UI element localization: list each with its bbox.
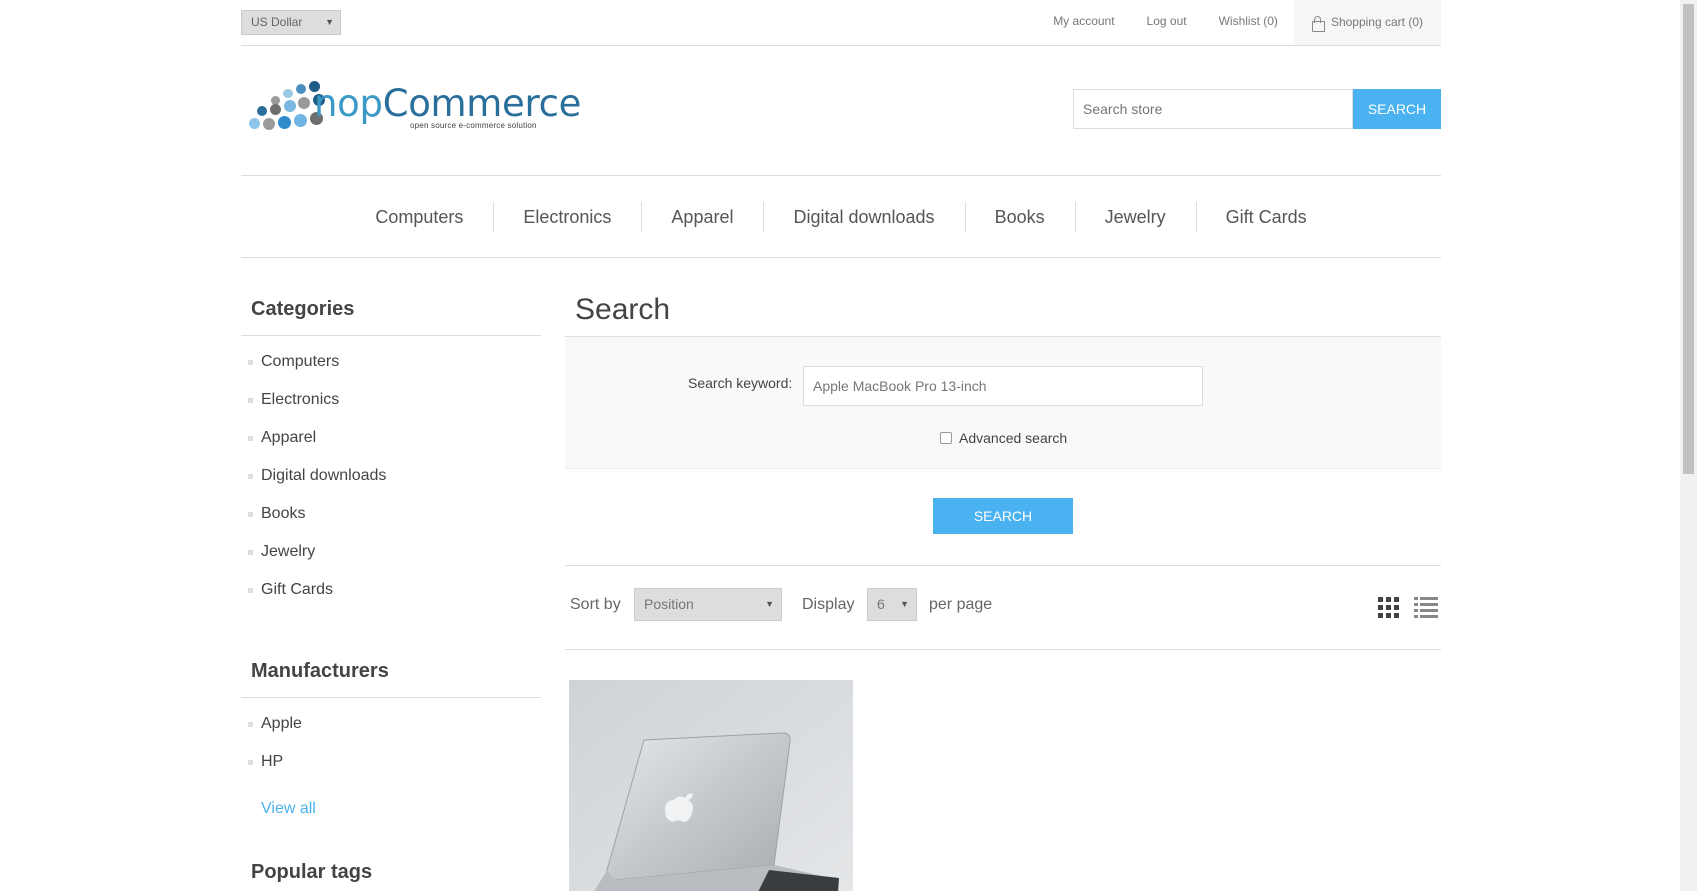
vertical-scrollbar[interactable] <box>1680 0 1697 891</box>
shopping-cart-link[interactable]: Shopping cart (0) <box>1293 0 1441 45</box>
top-menu: Computers Electronics Apparel Digital do… <box>241 175 1441 258</box>
logo-tagline: open source e-commerce solution <box>410 121 537 130</box>
page-size-value: 6 <box>877 596 885 612</box>
category-item-computers[interactable]: Computers <box>241 352 541 390</box>
grid-view-icon[interactable] <box>1378 597 1399 618</box>
top-menu-item-electronics[interactable]: Electronics <box>493 201 641 232</box>
header-links-bar: US Dollar ▼ My account Log out Wishlist … <box>241 0 1441 46</box>
search-button[interactable]: Search <box>933 498 1073 534</box>
shopping-cart-label: Shopping cart (0) <box>1330 15 1423 29</box>
logo-dot <box>283 89 293 98</box>
laptop-image <box>569 680 853 891</box>
logo-dot <box>249 118 260 129</box>
page-title: Search <box>565 290 1441 337</box>
category-item-books[interactable]: Books <box>241 504 541 542</box>
sidebar: Categories Computers Electronics Apparel… <box>241 290 541 891</box>
manufacturers-title: Manufacturers <box>241 652 541 698</box>
categories-list: Computers Electronics Apparel Digital do… <box>241 336 541 628</box>
search-keyword-input[interactable]: Apple MacBook Pro 13-inch <box>803 366 1203 406</box>
top-menu-item-jewelry[interactable]: Jewelry <box>1074 201 1196 232</box>
my-account-link[interactable]: My account <box>1037 0 1130 45</box>
per-page-label: per page <box>929 596 993 613</box>
log-out-link[interactable]: Log out <box>1131 0 1203 45</box>
store-search-input[interactable] <box>1073 89 1353 129</box>
logo-dot <box>270 104 281 115</box>
search-keyword-label: Search keyword: <box>688 375 793 391</box>
page-size-select[interactable]: 6 ▼ <box>867 588 917 621</box>
store-search-button[interactable]: Search <box>1353 89 1441 129</box>
logo-dot <box>294 114 307 127</box>
category-item-jewelry[interactable]: Jewelry <box>241 542 541 580</box>
logo-wordmark: nopCommerce <box>314 82 581 125</box>
sort-by-value: Position <box>644 596 694 612</box>
chevron-down-icon: ▼ <box>325 17 334 27</box>
logo-dot <box>278 116 291 129</box>
logo-wordmark-part1: nop <box>314 82 383 125</box>
manufacturer-item-apple[interactable]: Apple <box>241 714 541 752</box>
category-item-apparel[interactable]: Apparel <box>241 428 541 466</box>
chevron-down-icon: ▼ <box>900 599 909 609</box>
categories-title: Categories <box>241 290 541 336</box>
header-links: My account Log out Wishlist (0) Shopping… <box>1037 0 1441 45</box>
popular-tags-title: Popular tags <box>251 861 373 883</box>
search-button-row: Search <box>565 469 1441 566</box>
category-item-electronics[interactable]: Electronics <box>241 390 541 428</box>
logo-dot <box>296 84 306 94</box>
sort-by-label: Sort by <box>570 596 621 613</box>
category-item-digital-downloads[interactable]: Digital downloads <box>241 466 541 504</box>
search-page: Search Search keyword: Apple MacBook Pro… <box>565 290 1441 891</box>
store-logo[interactable]: nopCommerce open source e-commerce solut… <box>245 80 581 134</box>
list-view-icon[interactable] <box>1414 597 1438 618</box>
logo-dot <box>298 97 310 109</box>
wishlist-link[interactable]: Wishlist (0) <box>1203 0 1294 45</box>
logo-dot <box>284 100 296 112</box>
manufacturers-view-all-link[interactable]: View all <box>241 800 541 818</box>
top-menu-item-digital-downloads[interactable]: Digital downloads <box>763 201 964 232</box>
top-menu-item-apparel[interactable]: Apparel <box>641 201 763 232</box>
logo-dot <box>257 106 267 116</box>
top-menu-item-computers[interactable]: Computers <box>345 202 493 232</box>
search-form: Search keyword: Apple MacBook Pro 13-inc… <box>565 337 1441 469</box>
top-menu-item-books[interactable]: Books <box>964 201 1075 232</box>
page: US Dollar ▼ My account Log out Wishlist … <box>0 0 1697 891</box>
shopping-bag-icon <box>1311 15 1325 32</box>
advanced-search-checkbox[interactable] <box>940 432 952 444</box>
currency-selector-value: US Dollar <box>251 15 303 29</box>
scrollbar-thumb[interactable] <box>1683 4 1694 474</box>
logo-wordmark-part2: Commerce <box>382 82 582 125</box>
advanced-search-option[interactable]: Advanced search <box>940 430 1067 446</box>
advanced-search-label: Advanced search <box>959 430 1068 446</box>
logo-dot <box>263 118 275 130</box>
manufacturers-list: Apple HP <box>241 698 541 790</box>
store-search: Search <box>1073 89 1441 129</box>
currency-selector[interactable]: US Dollar ▼ <box>241 10 341 35</box>
chevron-down-icon: ▼ <box>765 599 774 609</box>
category-item-gift-cards[interactable]: Gift Cards <box>241 580 541 618</box>
display-label: Display <box>802 596 855 613</box>
sort-by-select[interactable]: Position ▼ <box>634 588 782 621</box>
top-menu-item-gift-cards[interactable]: Gift Cards <box>1195 201 1337 232</box>
product-thumbnail[interactable] <box>569 680 853 891</box>
manufacturer-item-hp[interactable]: HP <box>241 752 541 790</box>
product-selectors: Sort by Position ▼ Display 6 ▼ per page <box>565 566 1441 650</box>
